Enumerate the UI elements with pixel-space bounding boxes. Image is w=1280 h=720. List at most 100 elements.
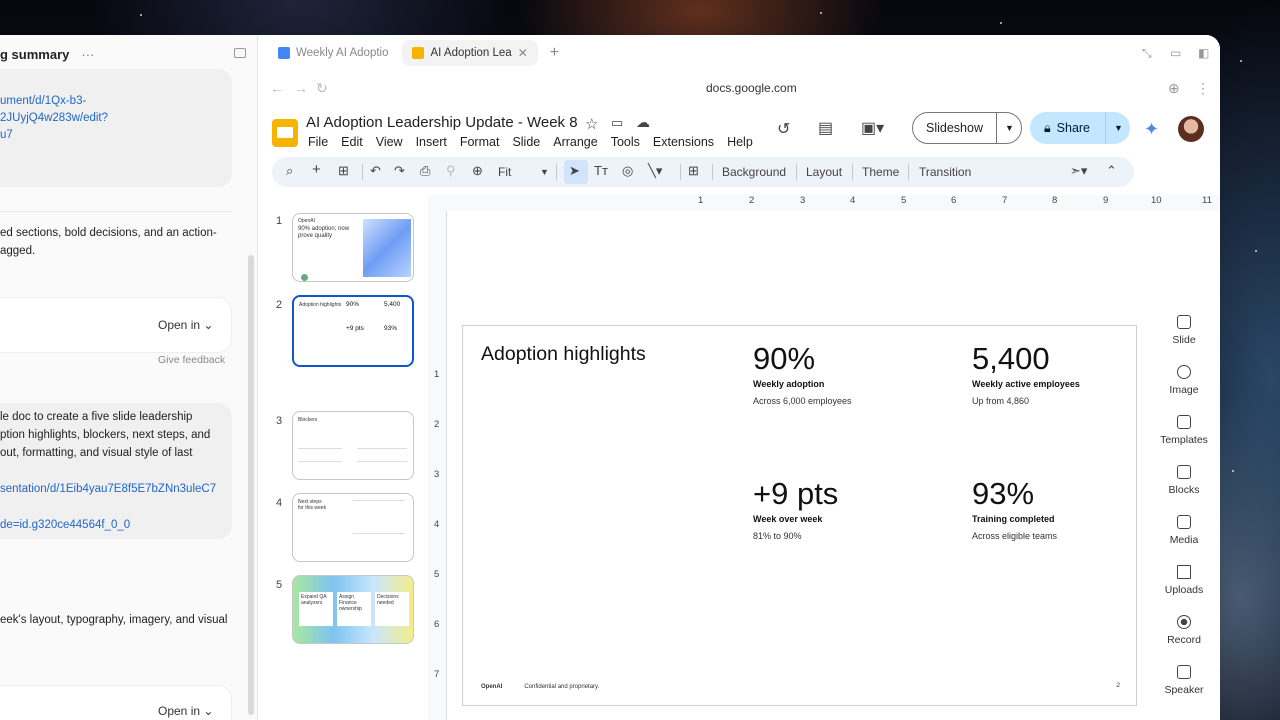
menu-format[interactable]: Format bbox=[460, 135, 500, 149]
chevron-down-icon[interactable]: ▼ bbox=[540, 167, 549, 177]
paint-format-icon[interactable]: ⚲ bbox=[446, 163, 456, 179]
reload-icon[interactable]: ↻ bbox=[316, 80, 328, 97]
open-in-button[interactable]: Open in ⌄ bbox=[150, 314, 222, 336]
stat-block[interactable]: 5,400 Weekly active employees Up from 4,… bbox=[972, 343, 1080, 407]
slide-thumbnail-4[interactable]: Next steps for this week bbox=[292, 493, 414, 562]
slide-title[interactable]: Adoption highlights bbox=[481, 343, 646, 366]
minimize-icon[interactable]: ▭ bbox=[1170, 46, 1181, 60]
print-icon[interactable]: ⎙ bbox=[420, 163, 430, 179]
background-button[interactable]: Background bbox=[722, 165, 786, 179]
theme-button[interactable]: Theme bbox=[862, 165, 899, 179]
browser-menu-icon[interactable]: ⋮ bbox=[1196, 80, 1210, 97]
artifact-card: Open in ⌄ bbox=[0, 685, 232, 720]
star bbox=[1000, 22, 1002, 24]
avatar[interactable] bbox=[1178, 116, 1204, 142]
undo-icon[interactable]: ↶ bbox=[370, 163, 381, 179]
presentation-link[interactable]: sentation/d/1Eib4yau7E8f5E7bZNn3uleC7 bbox=[0, 481, 216, 498]
stat-block[interactable]: +9 pts Week over week 81% to 90% bbox=[753, 478, 838, 542]
chat-scrollbar[interactable] bbox=[248, 255, 254, 715]
share-button[interactable]: 🔒︎ Share ▼ bbox=[1030, 112, 1130, 144]
new-slide-icon[interactable]: + bbox=[312, 161, 321, 178]
stat-block[interactable]: 93% Training completed Across eligible t… bbox=[972, 478, 1057, 542]
stat-block[interactable]: 90% Weekly adoption Across 6,000 employe… bbox=[753, 343, 852, 407]
extension-icon[interactable]: ⊕ bbox=[1168, 80, 1180, 97]
menu-file[interactable]: File bbox=[308, 135, 328, 149]
open-in-button[interactable]: Open in ⌄ bbox=[150, 700, 222, 720]
tab-ai-adoption-leadership[interactable]: AI Adoption Lea ✕ bbox=[402, 40, 538, 66]
slide-number: 5 bbox=[276, 579, 283, 591]
doc-link-line[interactable]: ument/d/1Qx-b3- bbox=[0, 93, 108, 110]
pointer-mode-icon[interactable]: ➣▾ bbox=[1070, 163, 1087, 179]
chevron-down-icon[interactable]: ▼ bbox=[997, 123, 1014, 133]
slide-filmstrip: 1 OpenAI 90% adoption; now prove quality… bbox=[258, 195, 428, 720]
slide-thumbnail-1[interactable]: OpenAI 90% adoption; now prove quality bbox=[292, 213, 414, 282]
chevron-down-icon[interactable]: ▼ bbox=[1106, 123, 1123, 133]
forward-icon[interactable]: → bbox=[294, 80, 308, 96]
history-icon[interactable]: ↺ bbox=[777, 119, 790, 139]
star bbox=[140, 14, 142, 16]
rail-item-slide[interactable]: Slide bbox=[1148, 315, 1220, 346]
move-folder-icon[interactable]: ▭ bbox=[611, 115, 623, 131]
menu-view[interactable]: View bbox=[376, 135, 403, 149]
divider bbox=[362, 164, 363, 180]
star-icon[interactable]: ☆ bbox=[585, 115, 598, 133]
zoom-select[interactable]: Fit bbox=[498, 165, 511, 179]
add-comment-icon[interactable]: ⊞ bbox=[688, 163, 699, 179]
text-box-icon[interactable]: Tт bbox=[594, 163, 608, 178]
menu-slide[interactable]: Slide bbox=[512, 135, 540, 149]
menu-arrange[interactable]: Arrange bbox=[553, 135, 597, 149]
sidebar-toggle-icon[interactable] bbox=[234, 48, 246, 58]
rail-label: Speaker bbox=[1164, 684, 1204, 696]
rail-item-media[interactable]: Media bbox=[1148, 515, 1220, 546]
select-cursor-icon[interactable]: ➤ bbox=[569, 163, 580, 179]
redo-icon[interactable]: ↷ bbox=[394, 163, 405, 179]
collapse-toolbar-icon[interactable]: ⌃ bbox=[1106, 163, 1117, 179]
line-icon[interactable]: ╲▾ bbox=[648, 163, 662, 179]
zoom-icon[interactable]: ⊕ bbox=[472, 163, 483, 179]
sidebar-icon[interactable]: ◧ bbox=[1198, 46, 1209, 60]
rail-item-image[interactable]: Image bbox=[1148, 365, 1220, 396]
slide-thumbnail-2[interactable]: Adoption highlights 90% 5,400 +9 pts 93% bbox=[292, 295, 414, 367]
comments-icon[interactable]: ▤ bbox=[818, 118, 833, 138]
slide-page[interactable]: Adoption highlights 90% Weekly adoption … bbox=[462, 325, 1137, 706]
menu-extensions[interactable]: Extensions bbox=[653, 135, 714, 149]
stat-label: Week over week bbox=[753, 514, 823, 524]
cloud-status-icon[interactable]: ☁ bbox=[636, 114, 650, 131]
search-menus-icon[interactable]: ⌕ bbox=[286, 163, 293, 179]
transition-button[interactable]: Transition bbox=[919, 165, 971, 179]
layout-button[interactable]: Layout bbox=[806, 165, 842, 179]
back-icon[interactable]: ← bbox=[270, 80, 284, 96]
gemini-icon[interactable]: ✦ bbox=[1144, 119, 1159, 140]
slideshow-label: Slideshow bbox=[913, 113, 997, 143]
more-options-icon[interactable]: ··· bbox=[81, 47, 94, 62]
doc-link-line[interactable]: u7 bbox=[0, 127, 108, 144]
ruler-tick: 6 bbox=[951, 195, 957, 206]
new-slide-layout-icon[interactable]: ⊞ bbox=[338, 163, 349, 179]
doc-link-line[interactable]: 2JUyjQ4w283w/edit? bbox=[0, 110, 108, 127]
menu-insert[interactable]: Insert bbox=[416, 135, 447, 149]
slide-thumbnail-5[interactable]: Expand QA analyzers Assign Finance owner… bbox=[292, 575, 414, 644]
presentation-link[interactable]: de=id.g320ce44564f_0_0 bbox=[0, 517, 130, 534]
restore-icon[interactable]: ⤡ bbox=[1142, 46, 1152, 61]
shape-icon[interactable]: ◎ bbox=[622, 163, 633, 179]
rail-item-uploads[interactable]: Uploads bbox=[1148, 565, 1220, 596]
slides-logo-icon[interactable] bbox=[272, 119, 298, 147]
document-title[interactable]: AI Adoption Leadership Update - Week 8 bbox=[306, 114, 578, 131]
rail-item-record[interactable]: Record bbox=[1148, 615, 1220, 646]
menu-help[interactable]: Help bbox=[727, 135, 753, 149]
meet-icon[interactable]: ▣▾ bbox=[861, 118, 884, 138]
close-tab-icon[interactable]: ✕ bbox=[518, 46, 528, 60]
slideshow-button[interactable]: Slideshow ▼ bbox=[912, 112, 1022, 144]
tab-weekly-ai-adoption[interactable]: Weekly AI Adoptio bbox=[268, 40, 398, 66]
rail-item-blocks[interactable]: Blocks bbox=[1148, 465, 1220, 496]
menu-tools[interactable]: Tools bbox=[611, 135, 640, 149]
url-field[interactable]: docs.google.com bbox=[706, 81, 797, 95]
give-feedback-link[interactable]: Give feedback bbox=[158, 354, 225, 366]
rail-item-templates[interactable]: Templates bbox=[1148, 415, 1220, 446]
rail-item-speaker[interactable]: Speaker bbox=[1148, 665, 1220, 696]
slide-thumbnail-3[interactable]: Blockers bbox=[292, 411, 414, 480]
menu-edit[interactable]: Edit bbox=[341, 135, 363, 149]
new-tab-icon[interactable]: + bbox=[550, 44, 559, 62]
stat-label: Training completed bbox=[972, 514, 1055, 524]
slide-number: 3 bbox=[276, 415, 283, 427]
